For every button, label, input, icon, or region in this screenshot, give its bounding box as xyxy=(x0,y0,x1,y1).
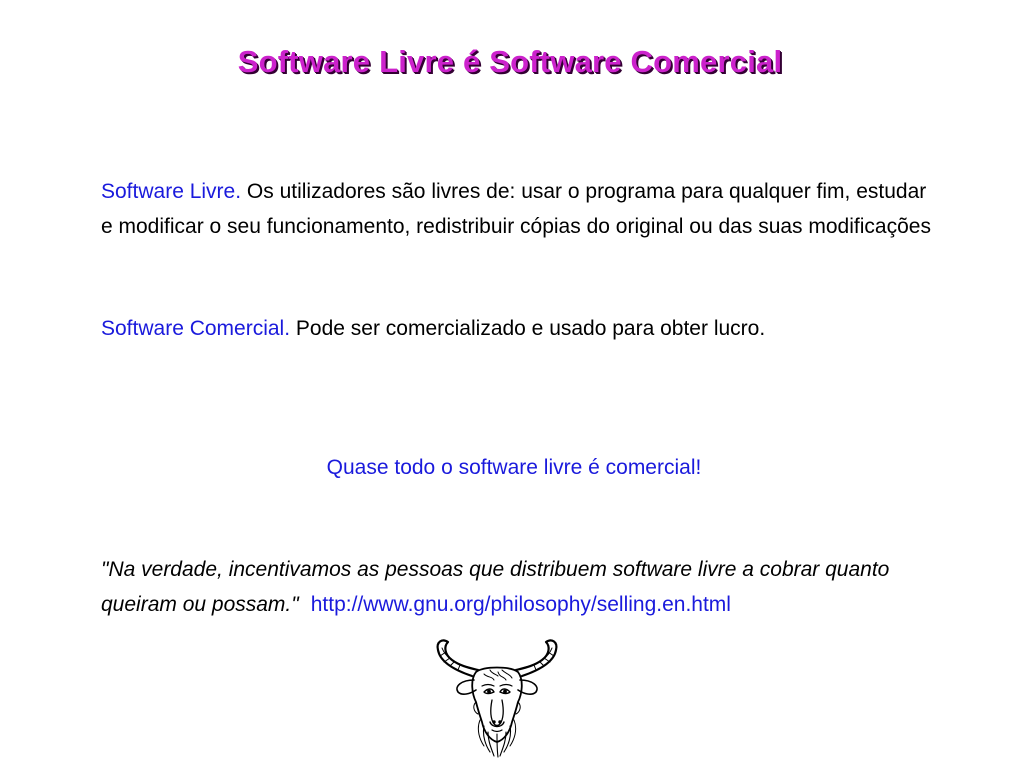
free-software-paragraph: Software Livre. Os utilizadores são livr… xyxy=(101,174,931,244)
gnu-head-icon xyxy=(432,636,562,758)
gnu-selling-link[interactable]: http://www.gnu.org/philosophy/selling.en… xyxy=(311,593,731,616)
commercial-software-paragraph: Software Comercial. Pode ser comercializ… xyxy=(101,311,931,346)
free-software-term: Software Livre. xyxy=(101,180,242,203)
tagline: Quase todo o software livre é comercial! xyxy=(326,456,702,479)
commercial-software-term: Software Comercial. xyxy=(101,317,291,340)
slide-title: Software Livre é Software Comercial xyxy=(237,44,783,79)
commercial-software-definition: Pode ser comercializado e usado para obt… xyxy=(295,317,766,340)
quote-block: "Na verdade, incentivamos as pessoas que… xyxy=(101,552,941,622)
